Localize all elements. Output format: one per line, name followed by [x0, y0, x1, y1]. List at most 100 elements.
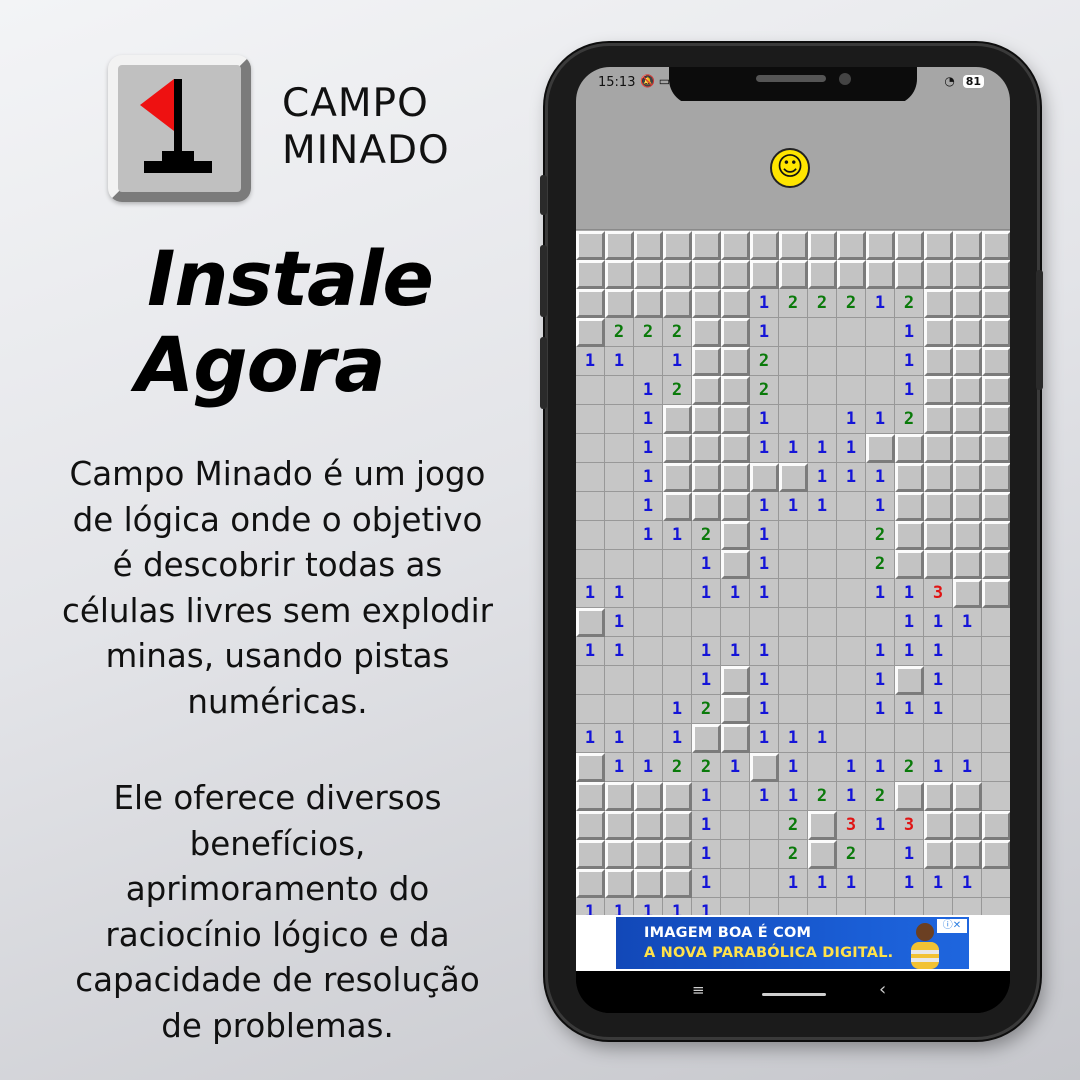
- number-cell[interactable]: 1: [750, 550, 779, 579]
- empty-cell[interactable]: [576, 463, 605, 492]
- number-cell[interactable]: 1: [692, 666, 721, 695]
- covered-cell[interactable]: [663, 463, 692, 492]
- number-cell[interactable]: 1: [750, 318, 779, 347]
- covered-cell[interactable]: [634, 289, 663, 318]
- empty-cell[interactable]: [750, 811, 779, 840]
- number-cell[interactable]: 2: [750, 347, 779, 376]
- empty-cell[interactable]: [779, 318, 808, 347]
- empty-cell[interactable]: [837, 550, 866, 579]
- covered-cell[interactable]: [866, 231, 895, 260]
- covered-cell[interactable]: [634, 231, 663, 260]
- number-cell[interactable]: 1: [663, 347, 692, 376]
- covered-cell[interactable]: [953, 260, 982, 289]
- covered-cell[interactable]: [663, 840, 692, 869]
- number-cell[interactable]: 2: [634, 318, 663, 347]
- number-cell[interactable]: 2: [663, 376, 692, 405]
- empty-cell[interactable]: [866, 840, 895, 869]
- covered-cell[interactable]: [605, 260, 634, 289]
- number-cell[interactable]: 1: [750, 492, 779, 521]
- number-cell[interactable]: 1: [779, 724, 808, 753]
- covered-cell[interactable]: [605, 811, 634, 840]
- number-cell[interactable]: 1: [924, 666, 953, 695]
- covered-cell[interactable]: [605, 231, 634, 260]
- empty-cell[interactable]: [605, 695, 634, 724]
- empty-cell[interactable]: [837, 318, 866, 347]
- covered-cell[interactable]: [924, 318, 953, 347]
- covered-cell[interactable]: [895, 492, 924, 521]
- ad-banner[interactable]: IMAGEM BOA É COM A NOVA PARABÓLICA DIGIT…: [576, 915, 1010, 971]
- covered-cell[interactable]: [721, 550, 750, 579]
- covered-cell[interactable]: [924, 811, 953, 840]
- number-cell[interactable]: 2: [692, 521, 721, 550]
- empty-cell[interactable]: [837, 376, 866, 405]
- empty-cell[interactable]: [866, 608, 895, 637]
- number-cell[interactable]: 1: [779, 434, 808, 463]
- covered-cell[interactable]: [924, 376, 953, 405]
- empty-cell[interactable]: [837, 521, 866, 550]
- number-cell[interactable]: 2: [895, 405, 924, 434]
- empty-cell[interactable]: [982, 753, 1010, 782]
- number-cell[interactable]: 1: [692, 782, 721, 811]
- number-cell[interactable]: 1: [750, 782, 779, 811]
- covered-cell[interactable]: [721, 405, 750, 434]
- number-cell[interactable]: 2: [808, 289, 837, 318]
- number-cell[interactable]: 1: [866, 695, 895, 724]
- empty-cell[interactable]: [634, 347, 663, 376]
- empty-cell[interactable]: [808, 637, 837, 666]
- covered-cell[interactable]: [576, 318, 605, 347]
- empty-cell[interactable]: [721, 869, 750, 898]
- number-cell[interactable]: 1: [895, 376, 924, 405]
- covered-cell[interactable]: [721, 231, 750, 260]
- number-cell[interactable]: 1: [895, 869, 924, 898]
- covered-cell[interactable]: [576, 231, 605, 260]
- number-cell[interactable]: 1: [808, 492, 837, 521]
- number-cell[interactable]: 2: [895, 289, 924, 318]
- number-cell[interactable]: 3: [837, 811, 866, 840]
- covered-cell[interactable]: [692, 318, 721, 347]
- empty-cell[interactable]: [721, 840, 750, 869]
- covered-cell[interactable]: [721, 724, 750, 753]
- covered-cell[interactable]: [924, 289, 953, 318]
- number-cell[interactable]: 3: [895, 811, 924, 840]
- covered-cell[interactable]: [982, 579, 1010, 608]
- empty-cell[interactable]: [634, 608, 663, 637]
- empty-cell[interactable]: [779, 637, 808, 666]
- empty-cell[interactable]: [808, 753, 837, 782]
- empty-cell[interactable]: [576, 405, 605, 434]
- empty-cell[interactable]: [634, 637, 663, 666]
- empty-cell[interactable]: [808, 695, 837, 724]
- covered-cell[interactable]: [982, 376, 1010, 405]
- covered-cell[interactable]: [895, 434, 924, 463]
- number-cell[interactable]: 1: [605, 608, 634, 637]
- number-cell[interactable]: 1: [750, 724, 779, 753]
- covered-cell[interactable]: [605, 869, 634, 898]
- empty-cell[interactable]: [953, 666, 982, 695]
- covered-cell[interactable]: [837, 260, 866, 289]
- empty-cell[interactable]: [576, 666, 605, 695]
- covered-cell[interactable]: [808, 260, 837, 289]
- empty-cell[interactable]: [576, 550, 605, 579]
- number-cell[interactable]: 1: [808, 724, 837, 753]
- covered-cell[interactable]: [924, 463, 953, 492]
- covered-cell[interactable]: [982, 318, 1010, 347]
- empty-cell[interactable]: [808, 666, 837, 695]
- covered-cell[interactable]: [837, 231, 866, 260]
- number-cell[interactable]: 1: [750, 579, 779, 608]
- covered-cell[interactable]: [953, 231, 982, 260]
- covered-cell[interactable]: [982, 231, 1010, 260]
- empty-cell[interactable]: [982, 869, 1010, 898]
- covered-cell[interactable]: [634, 782, 663, 811]
- number-cell[interactable]: 2: [663, 753, 692, 782]
- number-cell[interactable]: 1: [692, 869, 721, 898]
- covered-cell[interactable]: [953, 579, 982, 608]
- number-cell[interactable]: 1: [895, 347, 924, 376]
- covered-cell[interactable]: [982, 811, 1010, 840]
- number-cell[interactable]: 1: [837, 463, 866, 492]
- covered-cell[interactable]: [953, 782, 982, 811]
- number-cell[interactable]: 1: [895, 695, 924, 724]
- empty-cell[interactable]: [605, 521, 634, 550]
- number-cell[interactable]: 1: [750, 695, 779, 724]
- empty-cell[interactable]: [779, 347, 808, 376]
- covered-cell[interactable]: [692, 724, 721, 753]
- empty-cell[interactable]: [866, 376, 895, 405]
